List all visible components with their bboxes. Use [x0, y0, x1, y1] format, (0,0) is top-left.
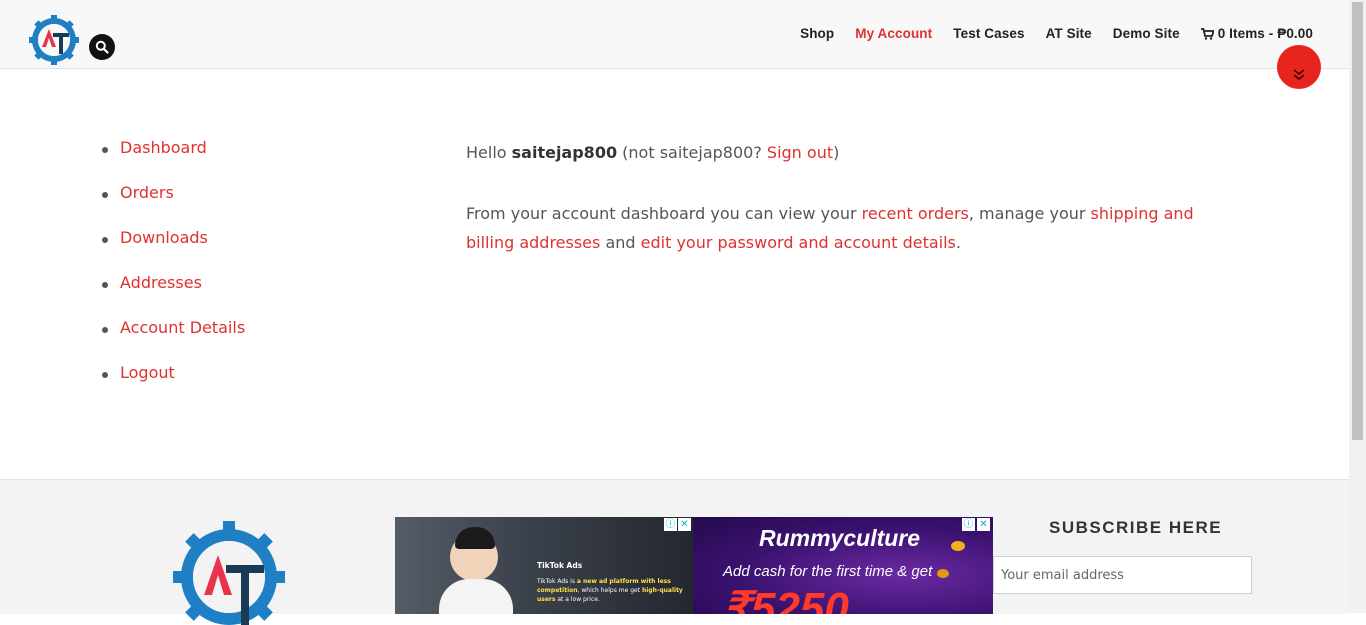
nav-my-account[interactable]: My Account: [855, 26, 932, 41]
coin-graphic: [951, 541, 965, 551]
account-navigation: Dashboard Orders Downloads Addresses Acc…: [100, 138, 245, 408]
account-nav-dashboard[interactable]: Dashboard: [120, 138, 207, 157]
nav-at-site[interactable]: AT Site: [1046, 26, 1092, 41]
main-nav: Shop My Account Test Cases AT Site Demo …: [779, 26, 1313, 41]
period: .: [955, 233, 961, 252]
username: saitejap800: [511, 143, 618, 162]
greeting: Hello saitejap800 (not saitejap800? Sign…: [466, 138, 1206, 167]
advertisement-rummyculture[interactable]: Rummyculture Add cash for the first time…: [693, 517, 993, 614]
account-nav-item: Account Details: [100, 318, 245, 363]
account-nav-account-details[interactable]: Account Details: [120, 318, 245, 337]
search-button[interactable]: [89, 34, 115, 60]
account-nav-downloads[interactable]: Downloads: [120, 228, 208, 247]
manage-prefix: , manage your: [968, 204, 1091, 223]
cart-link[interactable]: 0 Items - ₱0.00: [1200, 26, 1313, 41]
ad1-text-e: at a low price.: [555, 596, 600, 603]
account-nav-orders[interactable]: Orders: [120, 183, 174, 202]
scrollbar-thumb[interactable]: [1352, 2, 1363, 440]
intro-prefix: From your account dashboard you can view…: [466, 204, 862, 223]
ad-info-icon[interactable]: ⓘ: [664, 518, 677, 531]
site-logo[interactable]: [28, 14, 80, 66]
ad1-text-a: TikTok Ads is: [537, 578, 577, 585]
ad2-brand: Rummyculture: [759, 525, 921, 551]
account-nav-item: Orders: [100, 183, 245, 228]
greeting-not-prefix: (not saitejap800?: [617, 143, 767, 162]
ad-info-icon[interactable]: ⓘ: [962, 518, 975, 531]
edit-account-link[interactable]: edit your password and account details: [641, 233, 956, 252]
account-nav-addresses[interactable]: Addresses: [120, 273, 202, 292]
subscribe-title: SUBSCRIBE HERE: [1049, 518, 1223, 537]
ad-close-icon[interactable]: ✕: [678, 518, 691, 531]
coin-graphic: [937, 569, 949, 578]
ad-person-hair: [455, 527, 495, 549]
account-nav-logout[interactable]: Logout: [120, 363, 175, 382]
account-nav-item: Downloads: [100, 228, 245, 273]
ad2-amount: ₹5250: [723, 584, 849, 615]
greeting-suffix: ): [833, 143, 840, 162]
account-nav-item: Logout: [100, 363, 245, 408]
account-nav-item: Dashboard: [100, 138, 245, 183]
dashboard-content: Hello saitejap800 (not saitejap800? Sign…: [466, 138, 1206, 289]
site-footer: TikTok Ads TikTok Ads is a new ad platfo…: [0, 479, 1349, 625]
page-scrollbar[interactable]: [1349, 0, 1366, 613]
dashboard-intro: From your account dashboard you can view…: [466, 199, 1206, 257]
sign-out-link[interactable]: Sign out: [767, 143, 833, 162]
cart-summary: 0 Items - ₱0.00: [1217, 26, 1313, 41]
recent-orders-link[interactable]: recent orders: [862, 204, 969, 223]
nav-test-cases[interactable]: Test Cases: [953, 26, 1024, 41]
ad-person-shirt: [439, 579, 513, 614]
ad-close-icon[interactable]: ✕: [977, 518, 990, 531]
ad1-text-c: , which helps me get: [577, 587, 642, 594]
and-text: and: [600, 233, 641, 252]
account-nav-item: Addresses: [100, 273, 245, 318]
site-header: Shop My Account Test Cases AT Site Demo …: [0, 0, 1349, 69]
advertisement-tiktok[interactable]: TikTok Ads TikTok Ads is a new ad platfo…: [395, 517, 693, 614]
double-chevron-down-icon: [1293, 69, 1305, 81]
ad2-tagline: Add cash for the first time & get: [723, 563, 933, 580]
scroll-down-button[interactable]: [1277, 45, 1321, 89]
nav-demo-site[interactable]: Demo Site: [1113, 26, 1180, 41]
search-icon: [95, 40, 109, 54]
ad1-copy: TikTok Ads is a new ad platform with les…: [537, 577, 687, 604]
cart-icon: [1200, 27, 1214, 40]
greeting-prefix: Hello: [466, 143, 512, 162]
subscribe-email-input[interactable]: [993, 556, 1252, 594]
nav-shop[interactable]: Shop: [800, 26, 834, 41]
footer-logo[interactable]: [170, 515, 288, 625]
ad1-brand: TikTok Ads: [537, 561, 583, 570]
